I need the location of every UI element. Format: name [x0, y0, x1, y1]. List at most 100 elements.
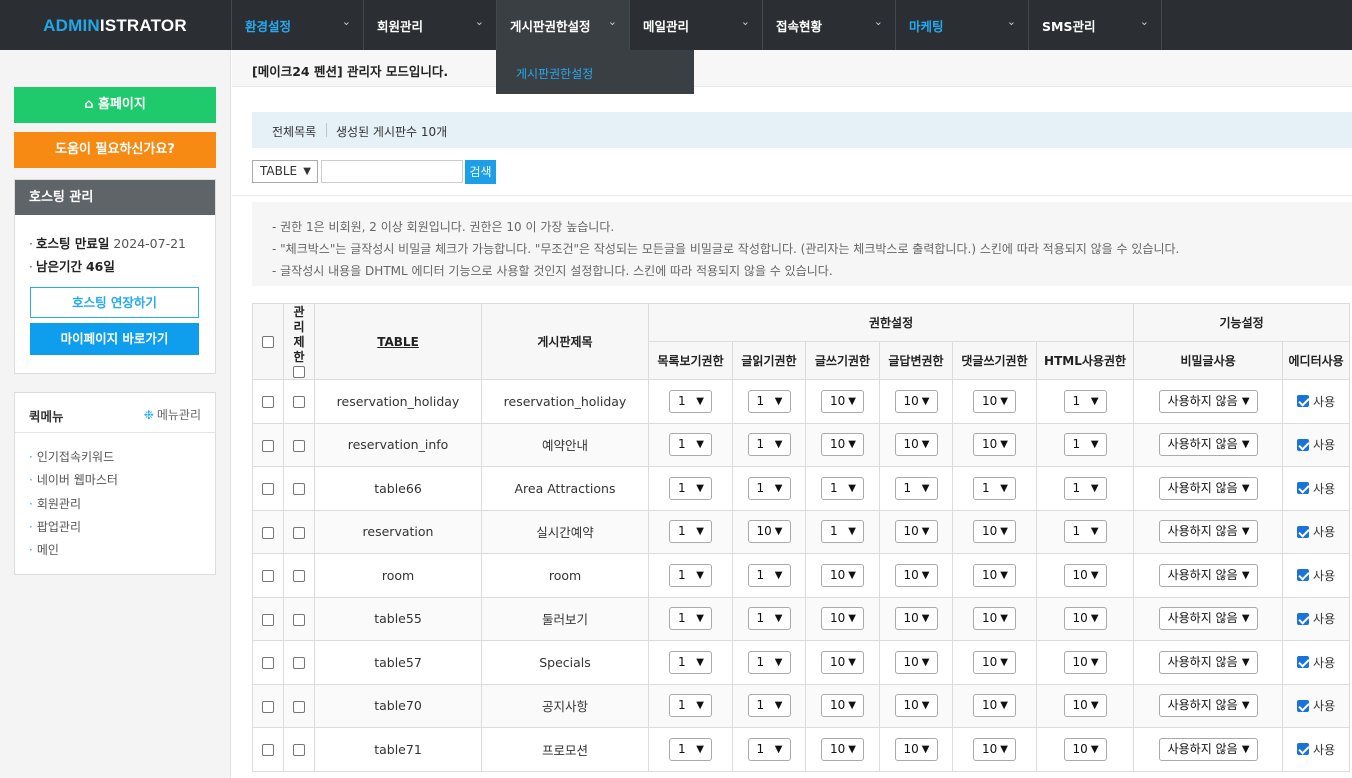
nav-item-1[interactable]: 회원관리 ⌄: [364, 0, 497, 50]
reply-permission-select[interactable]: 10 ▼: [894, 433, 938, 457]
list-permission-select[interactable]: 1 ▼: [669, 650, 712, 674]
editor-checkbox[interactable]: [1297, 612, 1310, 625]
secret-select[interactable]: 사용하지 않음 ▼: [1158, 694, 1258, 718]
secret-select[interactable]: 사용하지 않음 ▼: [1158, 520, 1258, 544]
editor-checkbox[interactable]: [1297, 743, 1310, 756]
secret-select[interactable]: 사용하지 않음 ▼: [1158, 563, 1258, 587]
homepage-button[interactable]: ⌂ 홈페이지: [14, 87, 216, 123]
read-permission-select[interactable]: 1 ▼: [747, 433, 791, 457]
read-permission-select[interactable]: 1 ▼: [747, 389, 791, 413]
nav-item-6[interactable]: SMS관리 ⌄: [1029, 0, 1162, 50]
comment-permission-select[interactable]: 10 ▼: [973, 563, 1016, 587]
comment-permission-select[interactable]: 10 ▼: [973, 433, 1016, 457]
comment-permission-select[interactable]: 10 ▼: [973, 520, 1016, 544]
row-restrict-checkbox[interactable]: [293, 744, 305, 757]
reply-permission-select[interactable]: 10 ▼: [894, 563, 938, 587]
read-permission-select[interactable]: 1 ▼: [747, 694, 791, 718]
reply-permission-select[interactable]: 10 ▼: [894, 607, 938, 631]
row-restrict-checkbox[interactable]: [293, 439, 305, 452]
admin-logo[interactable]: ADMINISTRATOR: [0, 0, 230, 50]
list-permission-select[interactable]: 1 ▼: [669, 389, 712, 413]
read-permission-select[interactable]: 1 ▼: [747, 650, 791, 674]
search-field-select[interactable]: TABLE ▼: [252, 160, 318, 183]
html-permission-select[interactable]: 10 ▼: [1063, 563, 1107, 587]
write-permission-select[interactable]: 10 ▼: [821, 737, 864, 761]
read-permission-select[interactable]: 1 ▼: [747, 607, 791, 631]
row-select-checkbox[interactable]: [262, 700, 274, 713]
nav-item-4[interactable]: 접속현황 ⌄: [763, 0, 896, 50]
quick-menu-item[interactable]: · 팝업관리: [29, 518, 118, 541]
row-select-checkbox[interactable]: [262, 526, 274, 539]
row-restrict-checkbox[interactable]: [293, 483, 305, 496]
html-permission-select[interactable]: 1 ▼: [1063, 476, 1107, 500]
read-permission-select[interactable]: 1 ▼: [747, 563, 791, 587]
comment-permission-select[interactable]: 10 ▼: [973, 389, 1016, 413]
quick-menu-item[interactable]: · 네이버 웹마스터: [29, 471, 118, 494]
search-input[interactable]: [321, 160, 463, 183]
select-all-checkbox[interactable]: [262, 336, 274, 348]
comment-permission-select[interactable]: 10 ▼: [973, 607, 1016, 631]
editor-checkbox[interactable]: [1297, 656, 1310, 669]
editor-checkbox[interactable]: [1297, 525, 1310, 538]
html-permission-select[interactable]: 10 ▼: [1063, 650, 1107, 674]
nav-item-0[interactable]: 환경설정 ⌄: [231, 0, 364, 50]
mypage-button[interactable]: 마이페이지 바로가기: [30, 323, 199, 355]
html-permission-select[interactable]: 10 ▼: [1063, 694, 1107, 718]
row-select-checkbox[interactable]: [262, 396, 274, 409]
row-select-checkbox[interactable]: [262, 657, 274, 670]
html-permission-select[interactable]: 1 ▼: [1063, 433, 1107, 457]
list-permission-select[interactable]: 1 ▼: [669, 694, 712, 718]
secret-select[interactable]: 사용하지 않음 ▼: [1158, 389, 1258, 413]
nav-item-5[interactable]: 마케팅 ⌄: [896, 0, 1029, 50]
quick-menu-item[interactable]: · 회원관리: [29, 495, 118, 518]
help-button[interactable]: 도움이 필요하신가요?: [14, 132, 216, 168]
menu-manage-link[interactable]: ❉ 메뉴관리: [144, 406, 201, 423]
list-permission-select[interactable]: 1 ▼: [669, 520, 712, 544]
list-permission-select[interactable]: 1 ▼: [669, 737, 712, 761]
secret-select[interactable]: 사용하지 않음 ▼: [1158, 433, 1258, 457]
write-permission-select[interactable]: 10 ▼: [821, 607, 864, 631]
secret-select[interactable]: 사용하지 않음 ▼: [1158, 650, 1258, 674]
read-permission-select[interactable]: 10 ▼: [747, 520, 791, 544]
extend-hosting-button[interactable]: 호스팅 연장하기: [30, 287, 199, 318]
html-permission-select[interactable]: 10 ▼: [1063, 737, 1107, 761]
nav-item-3[interactable]: 메일관리 ⌄: [630, 0, 763, 50]
list-permission-select[interactable]: 1 ▼: [669, 433, 712, 457]
read-permission-select[interactable]: 1 ▼: [747, 737, 791, 761]
html-permission-select[interactable]: 10 ▼: [1063, 607, 1107, 631]
dropdown-item-board-permission[interactable]: 게시판권한설정: [516, 65, 593, 82]
row-select-checkbox[interactable]: [262, 744, 274, 757]
row-restrict-checkbox[interactable]: [293, 657, 305, 670]
quick-menu-item[interactable]: · 메인: [29, 541, 118, 564]
list-permission-select[interactable]: 1 ▼: [669, 476, 712, 500]
table-header-label[interactable]: TABLE: [377, 335, 419, 349]
all-list-link[interactable]: 전체목록: [272, 123, 316, 140]
write-permission-select[interactable]: 10 ▼: [821, 433, 864, 457]
list-permission-select[interactable]: 1 ▼: [669, 607, 712, 631]
write-permission-select[interactable]: 10 ▼: [821, 389, 864, 413]
html-permission-select[interactable]: 1 ▼: [1063, 520, 1107, 544]
write-permission-select[interactable]: 10 ▼: [821, 650, 864, 674]
reply-permission-select[interactable]: 10 ▼: [894, 694, 938, 718]
row-select-checkbox[interactable]: [262, 483, 274, 496]
read-permission-select[interactable]: 1 ▼: [747, 476, 791, 500]
editor-checkbox[interactable]: [1297, 395, 1310, 408]
row-restrict-checkbox[interactable]: [293, 700, 305, 713]
comment-permission-select[interactable]: 10 ▼: [973, 650, 1016, 674]
write-permission-select[interactable]: 1 ▼: [821, 520, 864, 544]
row-select-checkbox[interactable]: [262, 613, 274, 626]
secret-select[interactable]: 사용하지 않음 ▼: [1158, 607, 1258, 631]
quick-menu-item[interactable]: · 인기접속키워드: [29, 448, 118, 471]
editor-checkbox[interactable]: [1297, 482, 1310, 495]
row-select-checkbox[interactable]: [262, 570, 274, 583]
editor-checkbox[interactable]: [1297, 569, 1310, 582]
restrict-all-checkbox[interactable]: [293, 366, 305, 378]
row-restrict-checkbox[interactable]: [293, 570, 305, 583]
row-restrict-checkbox[interactable]: [293, 613, 305, 626]
reply-permission-select[interactable]: 10 ▼: [894, 650, 938, 674]
search-button[interactable]: 검색: [465, 160, 496, 184]
list-permission-select[interactable]: 1 ▼: [669, 563, 712, 587]
secret-select[interactable]: 사용하지 않음 ▼: [1158, 476, 1258, 500]
comment-permission-select[interactable]: 10 ▼: [973, 694, 1016, 718]
html-permission-select[interactable]: 1 ▼: [1063, 389, 1107, 413]
